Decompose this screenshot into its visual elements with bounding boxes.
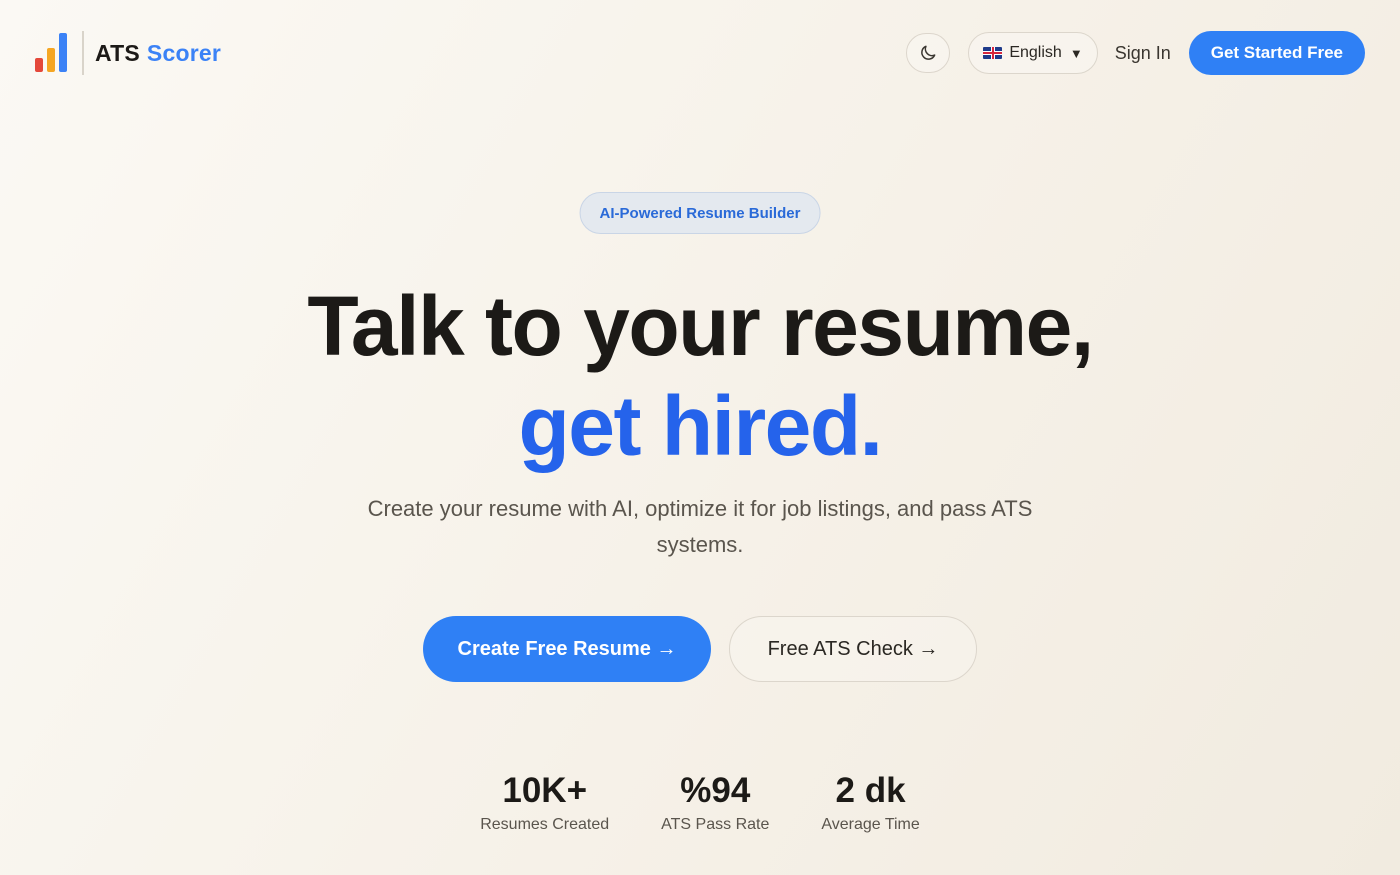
headline-line-2: get hired. xyxy=(518,379,883,473)
brand-name: ATS Scorer xyxy=(95,40,221,67)
language-label: English xyxy=(1009,44,1062,61)
stat-average-time: 2 dk Average Time xyxy=(821,770,919,834)
nav-actions: English ▼ Sign In Get Started Free xyxy=(906,31,1365,75)
stat-value: 10K+ xyxy=(502,771,588,810)
stat-resumes-created: 10K+ Resumes Created xyxy=(480,770,609,834)
stat-value: %94 xyxy=(680,771,751,810)
headline-line-1: Talk to your resume, xyxy=(307,279,1094,373)
stat-label: ATS Pass Rate xyxy=(661,816,770,833)
moon-icon xyxy=(921,45,936,60)
ai-badge: AI-Powered Resume Builder xyxy=(579,192,821,234)
brand-name-scorer: Scorer xyxy=(146,39,221,66)
stat-label: Resumes Created xyxy=(480,816,610,833)
logo-bar-orange xyxy=(47,48,55,72)
bar-chart-logo-icon xyxy=(35,33,71,73)
logo-bar-red xyxy=(35,58,43,72)
stat-value: 2 dk xyxy=(835,771,906,810)
free-ats-check-button[interactable]: Free ATS Check → xyxy=(729,616,977,682)
stat-ats-pass-rate: %94 ATS Pass Rate xyxy=(661,770,769,834)
language-selector[interactable]: English ▼ xyxy=(968,32,1098,74)
uk-flag-icon xyxy=(983,47,1003,59)
hero-subtitle: Create your resume with AI, optimize it … xyxy=(367,496,1033,557)
brand-logo-link[interactable]: ATS Scorer xyxy=(35,31,221,75)
brand-name-ats: ATS xyxy=(95,39,140,66)
top-navigation: ATS Scorer English ▼ Sign In Get Started … xyxy=(0,0,1400,106)
landing-page: ATS Scorer English ▼ Sign In Get Started … xyxy=(0,0,1400,875)
hero-headline: Talk to your resume, get hired. xyxy=(0,276,1400,476)
logo-bar-blue xyxy=(59,33,67,72)
sign-in-link[interactable]: Sign In xyxy=(1115,43,1171,64)
logo-divider xyxy=(82,31,84,75)
hero-actions: Create Free Resume → Free ATS Check → xyxy=(0,616,1400,682)
theme-toggle-button[interactable] xyxy=(906,33,951,73)
create-free-resume-button[interactable]: Create Free Resume → xyxy=(423,616,711,682)
caret-down-icon: ▼ xyxy=(1069,45,1083,61)
stats-row: 10K+ Resumes Created %94 ATS Pass Rate 2… xyxy=(0,770,1400,834)
stat-label: Average Time xyxy=(821,816,920,833)
get-started-button[interactable]: Get Started Free xyxy=(1188,31,1365,75)
